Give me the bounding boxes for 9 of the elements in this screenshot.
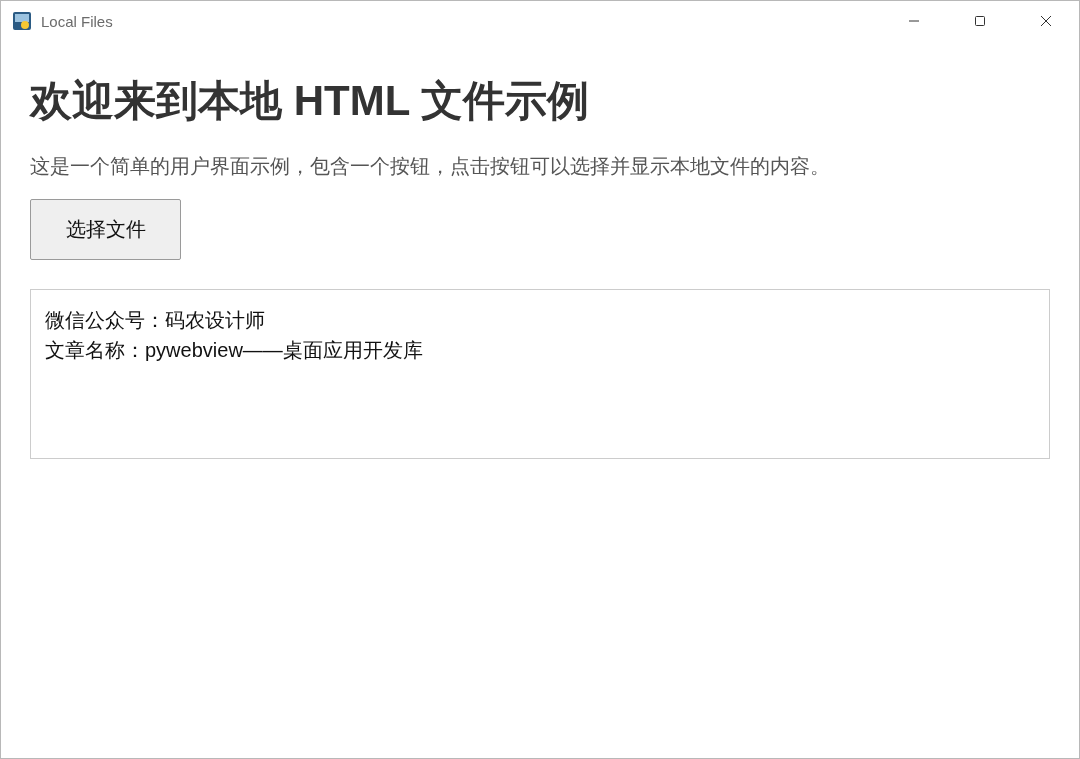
description-text: 这是一个简单的用户界面示例，包含一个按钮，点击按钮可以选择并显示本地文件的内容。: [30, 154, 830, 179]
content-line: 微信公众号：码农设计师: [45, 308, 266, 333]
app-icon: [12, 11, 32, 31]
select-file-button[interactable]: 选择文件: [30, 199, 181, 260]
window-title: Local Files: [41, 12, 113, 30]
content-line: 文章名称：pywebview——桌面应用开发库: [45, 338, 424, 363]
maximize-icon[interactable]: [974, 15, 986, 27]
close-icon[interactable]: [1040, 15, 1052, 27]
page-heading: 欢迎来到本地 HTML 文件示例: [30, 76, 590, 126]
